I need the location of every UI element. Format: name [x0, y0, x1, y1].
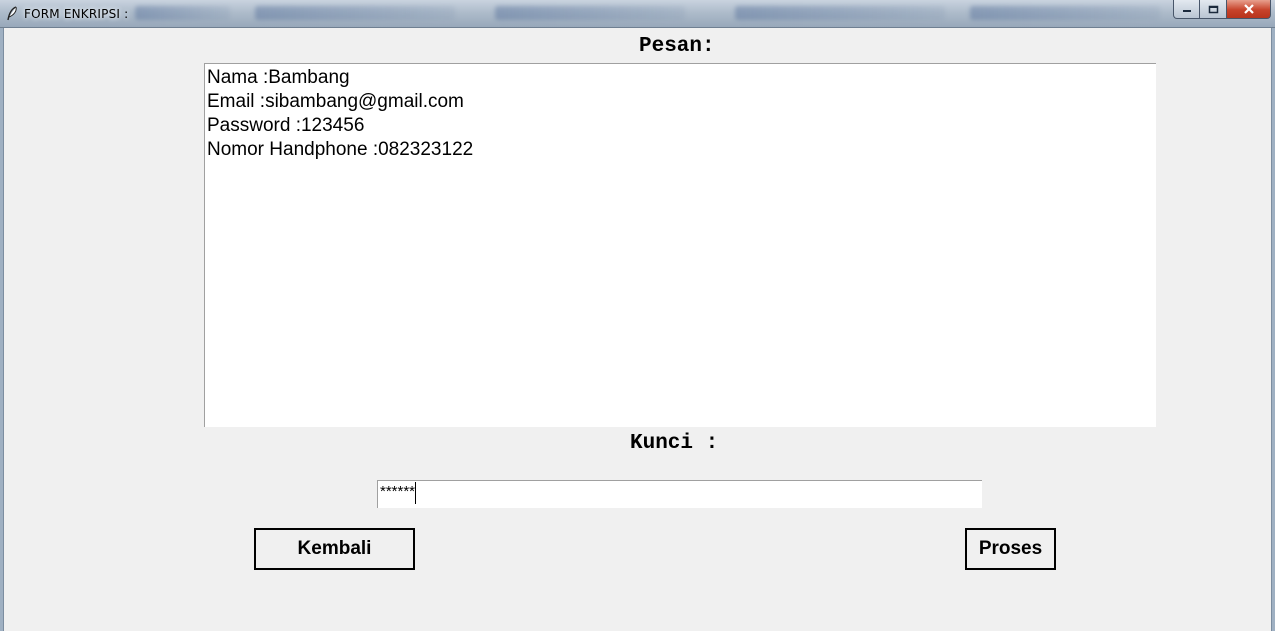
back-button-label: Kembali — [297, 538, 372, 559]
taskbar-blur — [255, 6, 455, 20]
close-icon — [1243, 4, 1254, 14]
process-button-label: Proses — [978, 538, 1043, 559]
title-bar: FORM ENKRIPSI : — [0, 0, 1275, 28]
feather-icon — [5, 6, 19, 22]
message-label: Pesan: — [639, 35, 715, 58]
taskbar-blur — [970, 6, 1160, 20]
maximize-icon — [1208, 5, 1218, 13]
window-frame-left — [0, 28, 4, 631]
back-button[interactable]: Kembali — [254, 528, 415, 570]
message-line: Email :sibambang@gmail.com — [207, 91, 464, 112]
close-button[interactable] — [1227, 0, 1271, 19]
message-line: Nomor Handphone :082323122 — [207, 139, 474, 160]
process-button[interactable]: Proses — [965, 528, 1056, 570]
key-value: ****** — [380, 483, 416, 500]
key-input[interactable]: ****** — [377, 480, 982, 508]
message-line: Nama :Bambang — [207, 67, 350, 88]
message-textarea[interactable]: Nama :Bambang Email :sibambang@gmail.com… — [204, 63, 1156, 427]
window-frame-right — [1271, 28, 1275, 631]
text-caret — [415, 482, 417, 504]
message-line: Password :123456 — [207, 115, 365, 136]
taskbar-blur — [495, 6, 685, 20]
minimize-button[interactable] — [1173, 0, 1200, 19]
taskbar-blur — [735, 6, 945, 20]
key-label: Kunci : — [630, 432, 719, 455]
taskbar-blur — [135, 6, 230, 20]
maximize-button[interactable] — [1200, 0, 1227, 19]
window-title: FORM ENKRIPSI : — [24, 7, 129, 21]
minimize-icon — [1182, 10, 1191, 12]
window-controls — [1173, 0, 1271, 20]
